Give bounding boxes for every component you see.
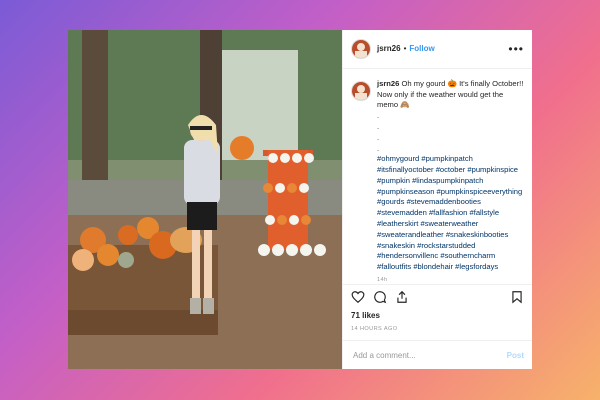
caption-avatar-image: [352, 81, 370, 100]
avatar-image: [352, 39, 370, 58]
hashtag-link[interactable]: #rockstarstudded: [417, 241, 475, 250]
caption-text-block: jsrn26 Oh my gourd 🎃 It's finally Octobe…: [377, 79, 524, 285]
hashtag-link[interactable]: #ohmygourd: [377, 154, 419, 163]
likes-count[interactable]: 71 likes: [343, 309, 532, 320]
hashtag-link[interactable]: #blondehair: [413, 262, 453, 271]
hashtag-link[interactable]: #pumpkinseason: [377, 187, 434, 196]
caption-username[interactable]: jsrn26: [377, 79, 399, 88]
hashtag-link[interactable]: #hendersonvillenc: [377, 251, 438, 260]
caption-text: Oh my gourd 🎃 It's finally October!! Now…: [377, 78, 524, 110]
hashtag-link[interactable]: #leatherskirt: [377, 219, 418, 228]
hashtag-list: #ohmygourd #pumpkinpatch #itsfinallyocto…: [377, 154, 524, 273]
hashtag-link[interactable]: #stevemadden: [377, 208, 427, 217]
comment-icon[interactable]: [373, 290, 387, 304]
caption-dot: .: [377, 143, 380, 153]
username[interactable]: jsrn26: [377, 44, 401, 53]
post-photo[interactable]: [68, 30, 342, 369]
caption-dot: .: [377, 111, 380, 121]
hashtag-link[interactable]: #snakeskin: [377, 241, 415, 250]
post-sidebar: jsrn26 • Follow ••• jsrn26 Oh my gourd 🎃…: [342, 30, 532, 369]
heart-icon[interactable]: [351, 290, 365, 304]
add-comment-bar: Post: [343, 340, 532, 369]
comment-input[interactable]: [351, 349, 507, 361]
caption-dot: .: [377, 121, 380, 131]
hashtag-link[interactable]: #gourds: [377, 197, 404, 206]
hashtag-link[interactable]: #sweaterandleather: [377, 230, 444, 239]
hashtag-link[interactable]: #fallstyle: [470, 208, 500, 217]
hashtag-link[interactable]: #falloutfits: [377, 262, 411, 271]
follow-button[interactable]: Follow: [409, 44, 434, 53]
hashtag-link[interactable]: #lindaspumpkinpatch: [412, 176, 483, 185]
post-header: jsrn26 • Follow •••: [343, 30, 532, 69]
caption-avatar[interactable]: [351, 80, 371, 101]
hashtag-link[interactable]: #fallfashion: [429, 208, 467, 217]
instagram-post: jsrn26 • Follow ••• jsrn26 Oh my gourd 🎃…: [68, 30, 532, 369]
post-button[interactable]: Post: [507, 351, 524, 360]
caption-dots: . . . .: [377, 111, 524, 154]
post-timestamp: 14 HOURS AGO: [351, 326, 398, 333]
hashtag-link[interactable]: #sweaterweather: [421, 219, 479, 228]
hashtag-link[interactable]: #stevemaddenbooties: [407, 197, 481, 206]
hashtag-link[interactable]: #pumpkinpatch: [421, 154, 473, 163]
caption-comment: jsrn26 Oh my gourd 🎃 It's finally Octobe…: [343, 69, 532, 285]
separator-dot: •: [403, 44, 407, 54]
avatar[interactable]: [351, 38, 371, 59]
caption-dot: .: [377, 132, 380, 142]
hashtag-link[interactable]: #snakeskinbooties: [446, 230, 508, 239]
hashtag-link[interactable]: #southerncharm: [440, 251, 495, 260]
action-bar: [343, 284, 532, 309]
caption-time: 14h: [377, 277, 388, 284]
hashtag-link[interactable]: #pumpkinspice: [467, 165, 518, 174]
pumpkin-patch-photo: [68, 30, 342, 369]
hashtag-link[interactable]: #itsfinallyoctober: [377, 165, 434, 174]
hashtag-link[interactable]: #pumpkin: [377, 176, 410, 185]
share-icon[interactable]: [395, 290, 409, 304]
hashtag-link[interactable]: #pumpkinspiceeverything: [437, 187, 523, 196]
hashtag-link[interactable]: #legsfordays: [455, 262, 498, 271]
more-dots-icon[interactable]: •••: [508, 42, 524, 56]
hashtag-link[interactable]: #october: [436, 165, 466, 174]
bookmark-icon[interactable]: [510, 290, 524, 304]
